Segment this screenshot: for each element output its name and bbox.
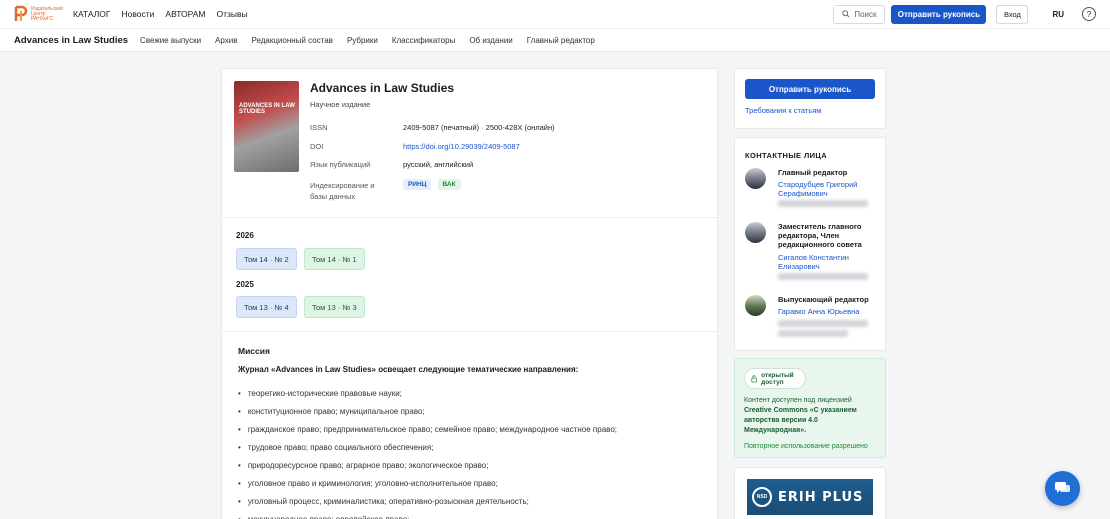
menu-reviews[interactable]: Отзывы (216, 9, 247, 19)
list-item: уголовный процесс, криминалистика; опера… (238, 492, 617, 510)
issue-year: 2026 (236, 231, 254, 240)
open-access-card: открытый доступ Контент доступен под лиц… (734, 358, 886, 458)
indexing-tags: РИНЦ ВАК (403, 179, 465, 190)
tab-sections[interactable]: Рубрики (347, 36, 378, 45)
header-actions: Поиск Отправить рукопись Вход RU ? (833, 4, 1096, 24)
contact-role: Заместитель главного редактора, Член ред… (778, 222, 862, 249)
cover-title: ADVANCES IN LAW STUDIES (239, 103, 295, 115)
tag-rinc[interactable]: РИНЦ (403, 179, 432, 190)
sidebar-submit-button[interactable]: Отправить рукопись (745, 79, 875, 99)
contact-role: Выпускающий редактор (778, 295, 869, 304)
license-link[interactable]: Creative Commons «С указанием авторства … (744, 407, 857, 434)
journal-menu: Свежие выпуски Архив Редакционный состав… (140, 36, 595, 45)
journal-cover-image: ADVANCES IN LAW STUDIES (234, 81, 299, 172)
search-label: Поиск (854, 9, 877, 19)
list-item: гражданское право; предпринимательское п… (238, 420, 617, 438)
doi-link[interactable]: https://doi.org/10.29039/2409-5087 (403, 142, 520, 151)
indexing-logo-card: NSD ERIH PLUS (734, 467, 886, 519)
language-value: русский, английский (403, 160, 474, 169)
avatar (745, 168, 766, 189)
doi-label: DOI (310, 142, 324, 151)
indexing-label: Индексирование и базы данных (310, 181, 375, 201)
publisher-logo[interactable]: Издательский Центр РАНХиГС (14, 5, 65, 23)
list-item: уголовное право и криминология; уголовно… (238, 474, 617, 492)
submit-manuscript-button[interactable]: Отправить рукопись (891, 4, 987, 24)
language-label: Язык публикаций (310, 160, 371, 169)
license-prefix: Контент доступен под лицензией (744, 397, 852, 404)
menu-news[interactable]: Новости (122, 9, 155, 19)
contact-role: Главный редактор (778, 168, 848, 177)
open-access-badge-text: открытый доступ (761, 371, 794, 386)
help-icon[interactable]: ? (1082, 7, 1096, 21)
divider (222, 331, 717, 332)
menu-catalog[interactable]: КАТАЛОГ (73, 9, 111, 19)
erih-plus-logo[interactable]: NSD ERIH PLUS (747, 479, 873, 515)
tab-about[interactable]: Об издании (469, 36, 512, 45)
journal-type: Научное издание (310, 100, 371, 109)
tab-archive[interactable]: Архив (215, 36, 237, 45)
journal-navigation-bar: Advances in Law Studies Свежие выпуски А… (0, 28, 1110, 52)
contacts-card: КОНТАКТНЫЕ ЛИЦА Главный редактор Староду… (734, 137, 886, 351)
mission-lead: Журнал «Advances in Law Studies» освещае… (238, 365, 579, 374)
license-text: Контент доступен под лицензией Creative … (744, 396, 879, 436)
avatar (745, 222, 766, 243)
submit-card: Отправить рукопись Требования к статьям (734, 68, 886, 129)
list-item: международное право; европейское право; (238, 510, 617, 519)
journal-name-link[interactable]: Advances in Law Studies (14, 35, 128, 46)
mission-list: теоретико-исторические правовые науки; к… (238, 384, 617, 519)
issue-button[interactable]: Том 13 · № 4 (236, 296, 297, 318)
issue-year: 2025 (236, 280, 254, 289)
tab-editorial-board[interactable]: Редакционный состав (251, 36, 332, 45)
tab-editor-in-chief[interactable]: Главный редактор (527, 36, 595, 45)
issue-button[interactable]: Том 13 · № 3 (304, 296, 365, 318)
open-access-badge: открытый доступ (744, 368, 806, 389)
list-item: теоретико-исторические правовые науки; (238, 384, 617, 402)
logo-text: Издательский Центр РАНХиГС (31, 5, 64, 22)
contact-phone-redacted (778, 330, 848, 337)
chat-bubble-icon (1055, 482, 1070, 493)
contact-name-link[interactable]: Сигалов Константин Елизарович (778, 253, 878, 271)
search-button[interactable]: Поиск (833, 4, 886, 24)
journal-main-panel: ADVANCES IN LAW STUDIES Advances in Law … (221, 68, 718, 519)
logo-mark-icon (14, 5, 28, 23)
reuse-note: Повторное использование разрешено (744, 443, 868, 450)
contact-name-link[interactable]: Гаравко Анна Юрьевна (778, 307, 878, 316)
contact-email-redacted (778, 320, 868, 327)
mission-heading: Миссия (238, 346, 270, 356)
tag-vak[interactable]: ВАК (437, 179, 461, 190)
tab-classifiers[interactable]: Классификаторы (392, 36, 455, 45)
journal-title: Advances in Law Studies (310, 81, 455, 95)
contact-email-redacted (778, 200, 868, 207)
requirements-link[interactable]: Требования к статьям (745, 106, 875, 115)
divider (222, 217, 717, 218)
erih-plus-label: ERIH PLUS (778, 489, 864, 505)
chat-button[interactable] (1045, 471, 1080, 506)
list-item: природоресурсное право; аграрное право; … (238, 456, 617, 474)
main-menu: КАТАЛОГ Новости АВТОРАМ Отзывы (73, 9, 248, 19)
language-switcher[interactable]: RU (1052, 10, 1064, 19)
menu-authors[interactable]: АВТОРАМ (165, 9, 205, 19)
contact-email-redacted (778, 273, 868, 280)
contact-name-link[interactable]: Стародубцев Григорий Серафимович (778, 180, 878, 198)
list-item: трудовое право; право социального обеспе… (238, 438, 617, 456)
issn-label: ISSN (310, 123, 328, 132)
issue-button[interactable]: Том 14 · № 1 (304, 248, 365, 270)
search-icon (842, 10, 850, 18)
top-navigation-bar: Издательский Центр РАНХиГС КАТАЛОГ Новос… (0, 0, 1110, 28)
nsd-logo-icon: NSD (752, 487, 772, 507)
issn-value: 2409-5087 (печатный) · 2500-428X (онлайн… (403, 123, 555, 132)
issue-button[interactable]: Том 14 · № 2 (236, 248, 297, 270)
unlock-icon (751, 375, 757, 383)
tab-latest-issues[interactable]: Свежие выпуски (140, 36, 201, 45)
list-item: конституционное право; муниципальное пра… (238, 402, 617, 420)
login-button[interactable]: Вход (996, 4, 1029, 24)
contacts-heading: КОНТАКТНЫЕ ЛИЦА (745, 151, 828, 160)
avatar (745, 295, 766, 316)
